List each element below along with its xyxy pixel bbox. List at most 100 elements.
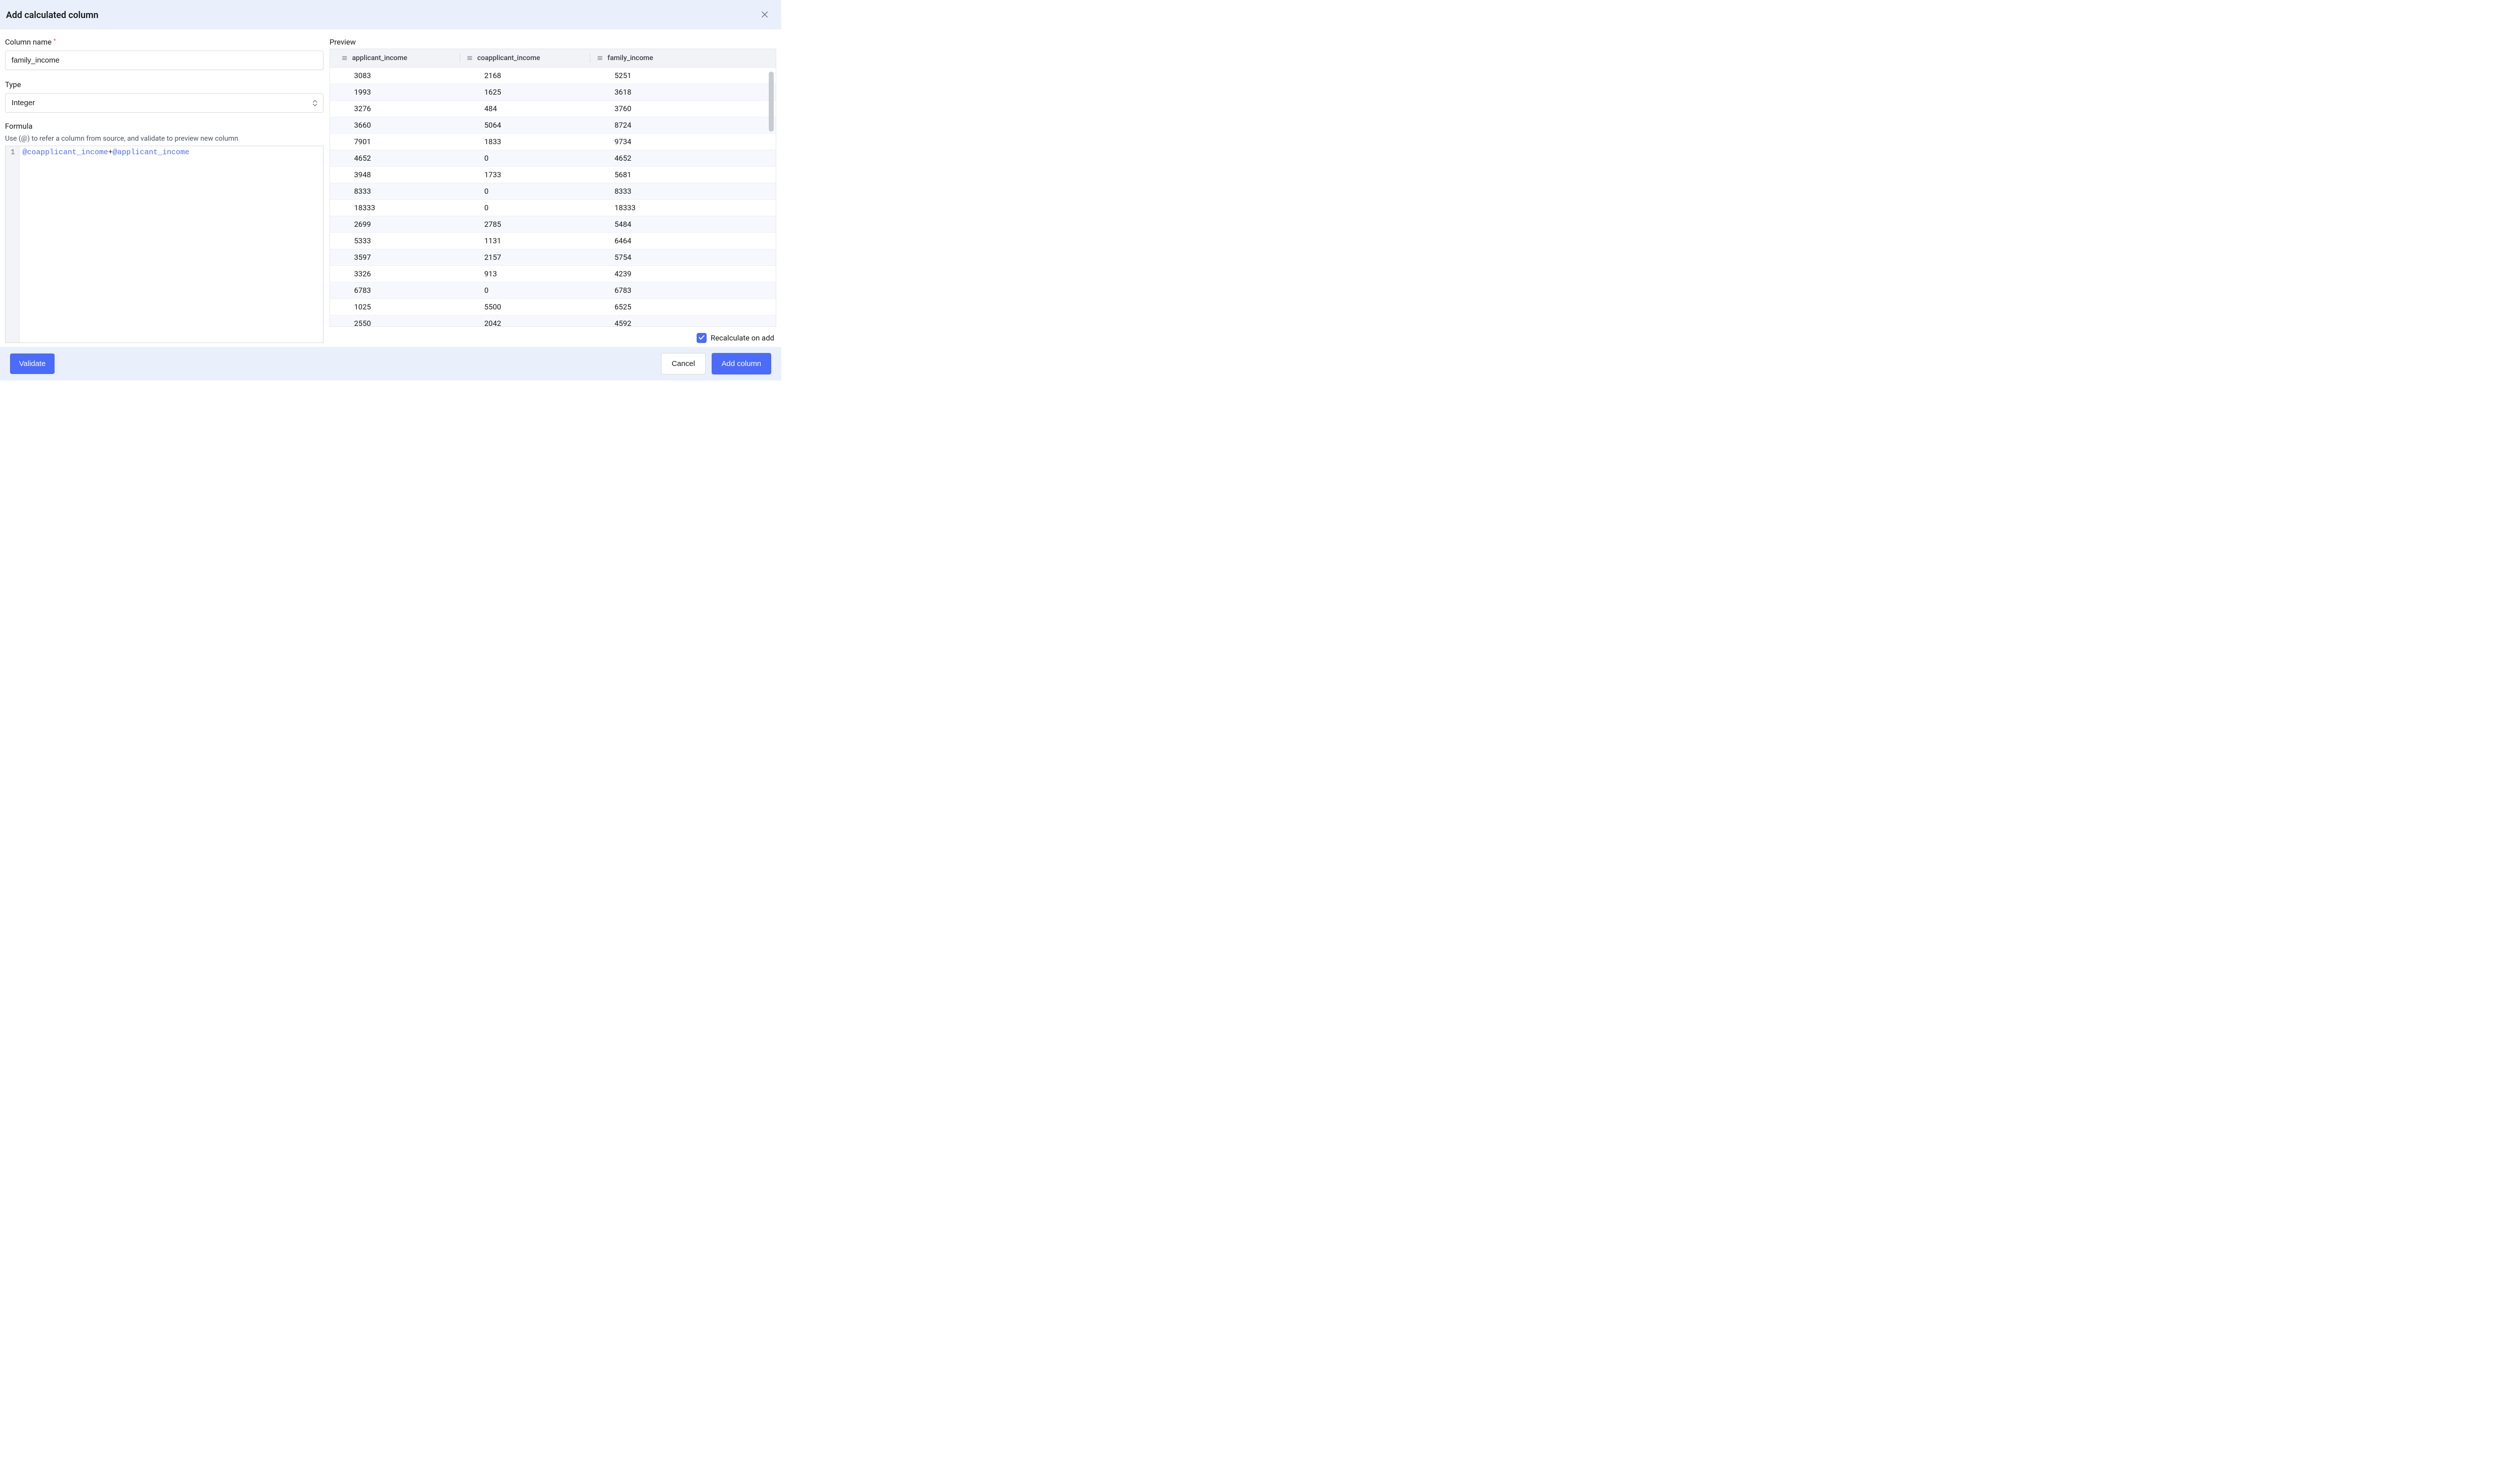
cancel-button[interactable]: Cancel xyxy=(661,353,706,375)
menu-icon xyxy=(596,55,603,62)
scrollbar-thumb[interactable] xyxy=(769,72,774,132)
table-cell: 1993 xyxy=(330,84,460,101)
table-cell-spacer xyxy=(721,233,776,249)
table-cell: 8333 xyxy=(330,183,460,200)
table-cell-spacer xyxy=(721,315,776,327)
table-cell: 4592 xyxy=(590,315,721,327)
table-cell: 18333 xyxy=(330,200,460,216)
table-cell: 2157 xyxy=(460,249,590,266)
add-column-button[interactable]: Add column xyxy=(712,353,771,375)
table-cell: 7901 xyxy=(330,134,460,150)
table-cell: 0 xyxy=(460,200,590,216)
column-name-input[interactable] xyxy=(5,51,324,70)
dialog-header: Add calculated column xyxy=(0,0,781,30)
close-icon xyxy=(760,10,769,21)
table-cell: 8333 xyxy=(590,183,721,200)
column-name-label: Column name * xyxy=(5,38,324,47)
table-cell: 3276 xyxy=(330,101,460,117)
recalc-row: Recalculate on add xyxy=(330,333,776,343)
table-row: 269927855484 xyxy=(330,216,776,233)
table-cell: 1131 xyxy=(460,233,590,249)
checkmark-icon xyxy=(698,333,705,343)
table-cell-spacer xyxy=(721,183,776,200)
formula-label: Formula xyxy=(5,122,324,131)
type-select[interactable] xyxy=(5,93,324,113)
left-pane: Column name * Type Formula Use (@) to re… xyxy=(5,38,324,343)
table-cell: 5064 xyxy=(460,117,590,134)
table-cell-spacer xyxy=(721,84,776,101)
table-row: 308321685251 xyxy=(330,68,776,84)
preview-table-wrap: applicant_income coapplicant_income family… xyxy=(330,49,776,327)
table-cell: 18333 xyxy=(590,200,721,216)
table-cell: 3760 xyxy=(590,101,721,117)
table-row: 394817335681 xyxy=(330,167,776,183)
table-cell: 2168 xyxy=(460,68,590,84)
table-cell: 1833 xyxy=(460,134,590,150)
formula-gutter: 1 xyxy=(6,146,20,342)
table-cell: 2785 xyxy=(460,216,590,233)
close-button[interactable] xyxy=(758,8,771,23)
column-header-label: applicant_income xyxy=(352,54,407,62)
table-cell: 0 xyxy=(460,150,590,167)
column-header-spacer xyxy=(721,49,776,68)
table-row: 790118339734 xyxy=(330,134,776,150)
table-cell: 0 xyxy=(460,282,590,299)
table-cell-spacer xyxy=(721,167,776,183)
recalc-checkbox[interactable] xyxy=(697,333,707,343)
column-header[interactable]: applicant_income xyxy=(330,49,460,68)
table-cell: 4239 xyxy=(590,266,721,282)
table-row: 32764843760 xyxy=(330,101,776,117)
table-cell: 3326 xyxy=(330,266,460,282)
preview-table: applicant_income coapplicant_income family… xyxy=(330,49,776,326)
table-cell: 5500 xyxy=(460,299,590,315)
table-cell: 1733 xyxy=(460,167,590,183)
table-cell: 4652 xyxy=(590,150,721,167)
table-cell: 913 xyxy=(460,266,590,282)
formula-editor[interactable]: 1 @coapplicant_income+@applicant_income xyxy=(5,146,324,343)
validate-button[interactable]: Validate xyxy=(10,353,55,374)
table-cell: 6464 xyxy=(590,233,721,249)
table-cell-spacer xyxy=(721,117,776,134)
table-cell: 3083 xyxy=(330,68,460,84)
preview-label: Preview xyxy=(330,38,776,47)
table-cell-spacer xyxy=(721,150,776,167)
type-label: Type xyxy=(5,80,324,89)
table-cell: 1625 xyxy=(460,84,590,101)
table-header-row: applicant_income coapplicant_income family… xyxy=(330,49,776,68)
formula-helper: Use (@) to refer a column from source, a… xyxy=(5,135,324,143)
table-row: 366050648724 xyxy=(330,117,776,134)
table-cell-spacer xyxy=(721,266,776,282)
table-cell-spacer xyxy=(721,249,776,266)
table-cell-spacer xyxy=(721,68,776,84)
table-cell: 6783 xyxy=(590,282,721,299)
preview-scroll[interactable]: applicant_income coapplicant_income family… xyxy=(330,49,776,326)
table-row: 359721575754 xyxy=(330,249,776,266)
add-calculated-column-dialog: Add calculated column Column name * Type… xyxy=(0,0,781,381)
table-cell: 0 xyxy=(460,183,590,200)
table-row: 33269134239 xyxy=(330,266,776,282)
table-row: 678306783 xyxy=(330,282,776,299)
table-cell: 6783 xyxy=(330,282,460,299)
table-cell: 6525 xyxy=(590,299,721,315)
table-row: 833308333 xyxy=(330,183,776,200)
column-header[interactable]: coapplicant_income xyxy=(460,49,590,68)
table-cell-spacer xyxy=(721,200,776,216)
table-cell: 5754 xyxy=(590,249,721,266)
right-pane: Preview applicant_income coapplicant_inco… xyxy=(330,38,776,343)
table-cell: 3618 xyxy=(590,84,721,101)
table-row: 255020424592 xyxy=(330,315,776,327)
column-header-label: coapplicant_income xyxy=(477,54,540,62)
table-cell: 3597 xyxy=(330,249,460,266)
menu-icon xyxy=(341,55,348,62)
table-cell-spacer xyxy=(721,282,776,299)
table-cell: 4652 xyxy=(330,150,460,167)
table-row: 199316253618 xyxy=(330,84,776,101)
table-cell: 2550 xyxy=(330,315,460,327)
menu-icon xyxy=(466,55,473,62)
table-row: 465204652 xyxy=(330,150,776,167)
column-header[interactable]: family_income xyxy=(590,49,721,68)
footer-right: Cancel Add column xyxy=(661,353,771,375)
recalc-label: Recalculate on add xyxy=(711,333,774,342)
formula-text: @coapplicant_income+@applicant_income xyxy=(20,146,323,342)
table-cell: 8724 xyxy=(590,117,721,134)
